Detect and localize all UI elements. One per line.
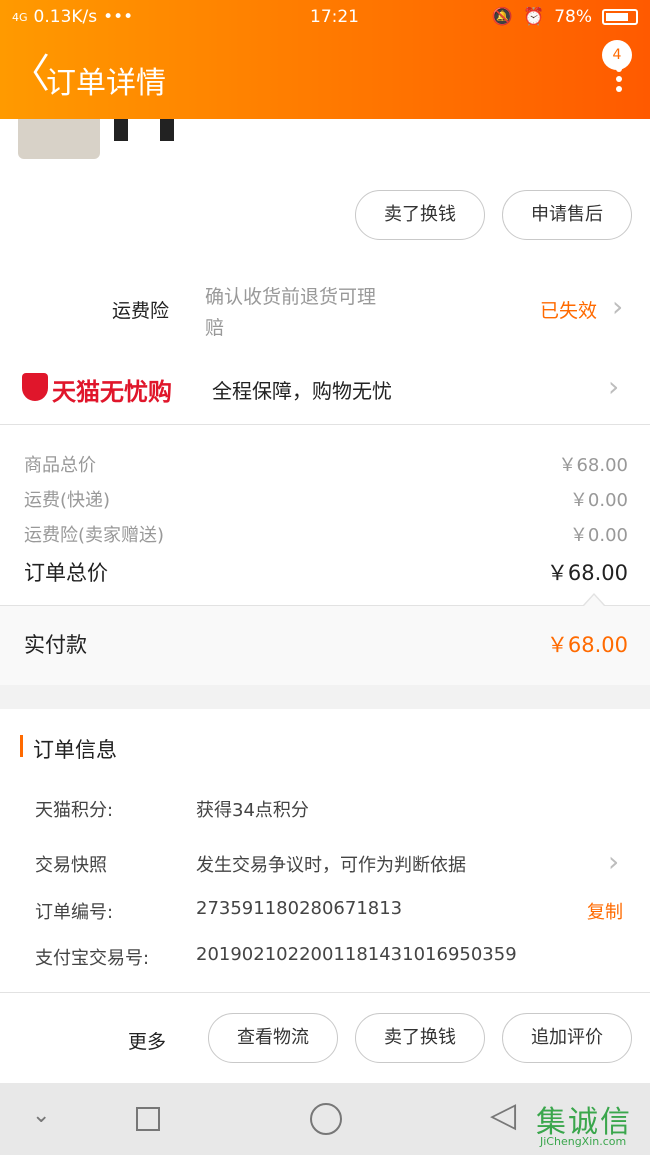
battery-percent: 78% bbox=[554, 7, 592, 27]
signal-indicator: 4G bbox=[12, 10, 28, 24]
status-bar: 4G 0.13K/s ••• 17:21 🔕 ⏰ 78% bbox=[0, 0, 650, 36]
divider bbox=[0, 992, 650, 993]
caret-up-icon-fill bbox=[584, 595, 604, 606]
section-title: 订单信息 bbox=[33, 738, 117, 762]
recents-icon[interactable] bbox=[136, 1107, 160, 1131]
more-button[interactable]: 更多 bbox=[128, 1027, 166, 1054]
section-accent-bar bbox=[20, 735, 23, 757]
shipping-insurance-desc-1: 确认收货前退货可理 bbox=[205, 286, 377, 308]
sell-button-bottom[interactable]: 卖了换钱 bbox=[355, 1013, 485, 1063]
copy-button[interactable]: 复制 bbox=[587, 898, 623, 924]
paid-value: ￥68.00 bbox=[546, 633, 628, 657]
after-sale-button[interactable]: 申请售后 bbox=[502, 190, 632, 240]
price-row-label: 商品总价 bbox=[24, 455, 96, 476]
shipping-insurance-label: 运费险 bbox=[112, 300, 170, 322]
home-icon[interactable] bbox=[310, 1103, 342, 1135]
tmall-shield-icon bbox=[22, 373, 48, 401]
price-row-label: 运费险(卖家赠送) bbox=[24, 525, 165, 546]
order-number: 273591180280671813 bbox=[196, 898, 403, 919]
clock: 17:21 bbox=[310, 7, 359, 27]
info-label: 交易快照 bbox=[35, 855, 107, 876]
product-thumbnail[interactable] bbox=[18, 119, 100, 159]
price-row-label: 运费(快递) bbox=[24, 490, 111, 511]
tmall-worry-free-row[interactable]: 天猫无忧购 全程保障，购物无忧 › bbox=[0, 360, 650, 416]
order-total-value: ￥68.00 bbox=[546, 561, 628, 585]
info-value[interactable]: 发生交易争议时，可作为判断依据 bbox=[196, 851, 466, 877]
shipping-insurance-desc-2: 赔 bbox=[205, 317, 225, 339]
chevron-left-icon[interactable]: 〈 bbox=[10, 54, 50, 94]
tmall-brand: 天猫无忧购 bbox=[52, 378, 172, 406]
price-row-value: ￥0.00 bbox=[569, 490, 628, 511]
back-icon[interactable]: ◁ bbox=[490, 1095, 516, 1135]
network-speed: 0.13K/s bbox=[33, 7, 98, 27]
watermark-url: JiChengXin.com bbox=[540, 1135, 627, 1148]
more-vertical-icon[interactable] bbox=[616, 66, 622, 92]
page-title: 订单详情 bbox=[46, 66, 166, 101]
paid-label: 实付款 bbox=[24, 633, 87, 657]
chevron-right-icon[interactable]: › bbox=[608, 845, 619, 878]
chevron-right-icon: › bbox=[608, 370, 620, 403]
view-logistics-button[interactable]: 查看物流 bbox=[208, 1013, 338, 1063]
shipping-insurance-status[interactable]: 已失效 bbox=[540, 296, 597, 323]
order-total-label: 订单总价 bbox=[24, 561, 108, 585]
add-review-button[interactable]: 追加评价 bbox=[502, 1013, 632, 1063]
mute-icon: 🔕 bbox=[491, 7, 514, 27]
chevron-right-icon: › bbox=[612, 290, 624, 323]
price-row-value: ￥68.00 bbox=[558, 455, 628, 476]
product-thumbnail-2[interactable] bbox=[110, 119, 176, 159]
notification-dots: ••• bbox=[103, 7, 134, 27]
nav-bar: 〈 订单详情 4 bbox=[0, 36, 650, 119]
chevron-down-icon[interactable]: ⌄ bbox=[32, 1103, 50, 1128]
price-row-value: ￥0.00 bbox=[569, 525, 628, 546]
info-label: 订单编号: bbox=[35, 902, 114, 923]
info-label: 支付宝交易号: bbox=[35, 948, 150, 969]
battery-icon bbox=[602, 9, 638, 25]
sell-button-top[interactable]: 卖了换钱 bbox=[355, 190, 485, 240]
alipay-trade-number: 2019021022001181431016950359 bbox=[196, 944, 517, 965]
alarm-icon: ⏰ bbox=[523, 7, 545, 27]
tmall-slogan: 全程保障，购物无忧 bbox=[212, 379, 392, 403]
system-nav-bar: ⌄ ◁ 集诚信 JiChengXin.com bbox=[0, 1083, 650, 1155]
info-label: 天猫积分: bbox=[35, 800, 114, 821]
info-value: 获得34点积分 bbox=[196, 800, 309, 821]
